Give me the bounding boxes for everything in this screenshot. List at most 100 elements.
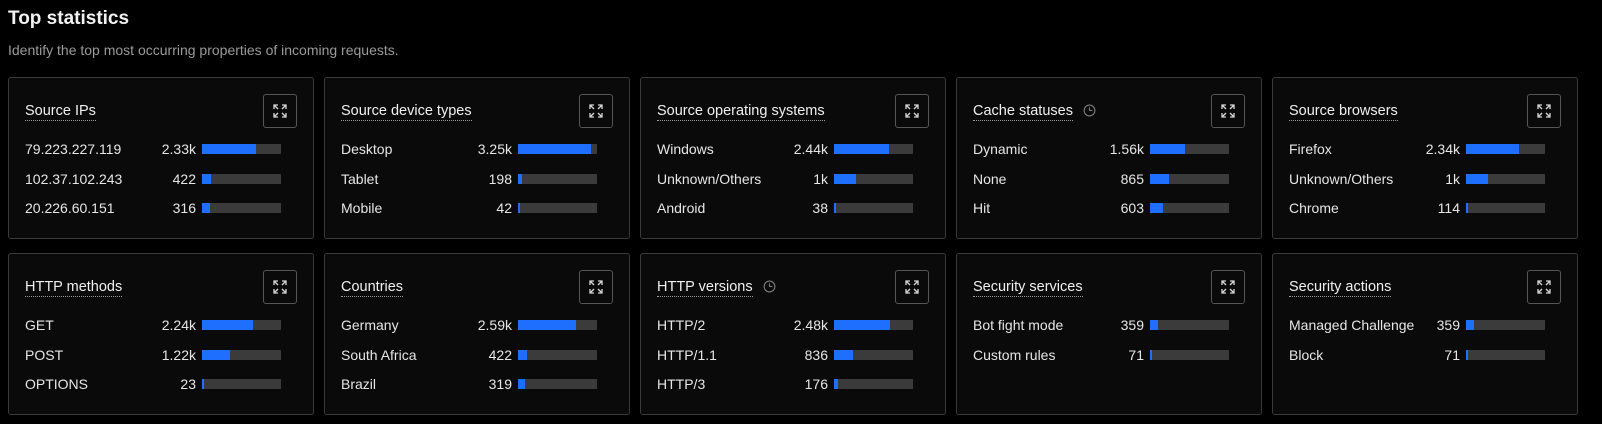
expand-button[interactable] bbox=[263, 270, 297, 304]
bar-track bbox=[1150, 173, 1229, 184]
card-title[interactable]: HTTP methods bbox=[25, 279, 123, 297]
stat-row[interactable]: Custom rules 71 bbox=[973, 345, 1245, 365]
stats-grid: Source IPs 79.223.227.119 2.33k 102.37.102.… bbox=[8, 77, 1602, 424]
stat-label: 20.226.60.151 bbox=[25, 200, 115, 216]
stat-row[interactable]: HTTP/1.1 836 bbox=[657, 345, 929, 365]
stat-label: Firefox bbox=[1289, 141, 1332, 157]
bar-track bbox=[834, 144, 913, 154]
stat-row[interactable]: Tablet 198 bbox=[341, 169, 613, 189]
stat-label: Custom rules bbox=[973, 346, 1056, 363]
expand-icon bbox=[1537, 280, 1551, 294]
stat-row[interactable]: HTTP/3 176 bbox=[657, 374, 929, 394]
page-subtitle: Identify the top most occurring properti… bbox=[8, 42, 399, 58]
stat-value: 2.24k bbox=[161, 317, 196, 333]
stat-label: Dynamic bbox=[973, 141, 1028, 157]
stat-card: Source operating systems Windows 2.44k Unkn… bbox=[640, 77, 946, 239]
stat-value: 2.44k bbox=[793, 141, 828, 157]
stat-row[interactable]: Dynamic 1.56k bbox=[973, 139, 1245, 159]
stat-row[interactable]: Desktop 3.25k bbox=[341, 139, 613, 159]
stat-label: 102.37.102.243 bbox=[25, 170, 123, 187]
stat-row[interactable]: 79.223.227.119 2.33k bbox=[25, 139, 297, 159]
stat-card: Security services Bot fight mode 359 Custom… bbox=[956, 253, 1262, 415]
stat-row[interactable]: OPTIONS 23 bbox=[25, 374, 297, 394]
stat-row[interactable]: Unknown/Others 1k bbox=[1289, 169, 1561, 189]
stat-row[interactable]: HTTP/2 2.48k bbox=[657, 315, 929, 335]
stat-value: 1.56k bbox=[1109, 141, 1144, 157]
expand-button[interactable] bbox=[1211, 94, 1245, 128]
stat-card: HTTP methods GET 2.24k POST 1.22k OPTIONS 23 bbox=[8, 253, 314, 415]
bar-track bbox=[202, 320, 281, 330]
stat-row[interactable]: Block 71 bbox=[1289, 345, 1561, 365]
stat-label: Chrome bbox=[1289, 200, 1339, 216]
expand-button[interactable] bbox=[579, 94, 613, 128]
stat-label: Germany bbox=[341, 317, 399, 333]
expand-button[interactable] bbox=[263, 94, 297, 128]
card-title[interactable]: Security services bbox=[973, 279, 1083, 297]
stat-row[interactable]: Mobile 42 bbox=[341, 198, 613, 218]
stat-row[interactable]: None 865 bbox=[973, 169, 1245, 189]
stat-label: HTTP/1.1 bbox=[657, 346, 717, 363]
expand-button[interactable] bbox=[1527, 270, 1561, 304]
card-title[interactable]: Source device types bbox=[341, 103, 472, 121]
stat-row[interactable]: Unknown/Others 1k bbox=[657, 169, 929, 189]
bar-fill bbox=[518, 173, 522, 184]
bar-fill bbox=[1150, 203, 1163, 213]
stat-label: Hit bbox=[973, 200, 991, 216]
bar-fill bbox=[834, 349, 853, 360]
card-title[interactable]: Security actions bbox=[1289, 279, 1392, 297]
stat-row[interactable]: POST 1.22k bbox=[25, 345, 297, 365]
stat-value: 422 bbox=[488, 346, 512, 363]
stat-card: Source browsers Firefox 2.34k Unknown/Other… bbox=[1272, 77, 1578, 239]
expand-button[interactable] bbox=[895, 94, 929, 128]
stat-row[interactable]: Managed Challenge 359 bbox=[1289, 315, 1561, 335]
bar-fill bbox=[1150, 320, 1158, 330]
stat-row[interactable]: Bot fight mode 359 bbox=[973, 315, 1245, 335]
stat-value: 2.33k bbox=[161, 141, 196, 157]
stat-row[interactable]: 102.37.102.243 422 bbox=[25, 169, 297, 189]
expand-button[interactable] bbox=[1211, 270, 1245, 304]
expand-icon bbox=[905, 280, 919, 294]
bar-fill bbox=[1466, 173, 1488, 184]
stat-row[interactable]: Windows 2.44k bbox=[657, 139, 929, 159]
bar-fill bbox=[202, 144, 256, 154]
stat-label: None bbox=[973, 170, 1007, 187]
stat-row[interactable]: Brazil 319 bbox=[341, 374, 613, 394]
stat-row[interactable]: Hit 603 bbox=[973, 198, 1245, 218]
bar-track bbox=[518, 349, 597, 360]
bar-fill bbox=[834, 173, 856, 184]
card-title[interactable]: Source operating systems bbox=[657, 103, 825, 121]
bar-fill bbox=[518, 379, 525, 389]
bar-track bbox=[834, 203, 913, 213]
bar-fill bbox=[834, 203, 836, 213]
stat-row[interactable]: Germany 2.59k bbox=[341, 315, 613, 335]
expand-button[interactable] bbox=[1527, 94, 1561, 128]
stat-row[interactable]: Firefox 2.34k bbox=[1289, 139, 1561, 159]
stat-value: 319 bbox=[488, 376, 512, 392]
card-title[interactable]: Countries bbox=[341, 279, 404, 297]
stat-row[interactable]: 20.226.60.151 316 bbox=[25, 198, 297, 218]
bar-track bbox=[518, 173, 597, 184]
card-title[interactable]: HTTP versions bbox=[657, 279, 753, 297]
stat-label: 79.223.227.119 bbox=[25, 141, 122, 157]
stat-label: Windows bbox=[657, 141, 714, 157]
bar-track bbox=[1150, 144, 1229, 154]
clock-icon bbox=[1083, 104, 1096, 117]
stat-row[interactable]: Chrome 114 bbox=[1289, 198, 1561, 218]
stat-value: 359 bbox=[1120, 317, 1144, 333]
card-title[interactable]: Source browsers bbox=[1289, 103, 1398, 121]
expand-icon bbox=[1221, 104, 1235, 118]
card-title[interactable]: Cache statuses bbox=[973, 103, 1073, 121]
stat-row[interactable]: Android 38 bbox=[657, 198, 929, 218]
expand-button[interactable] bbox=[579, 270, 613, 304]
bar-track bbox=[202, 379, 281, 389]
stat-label: Android bbox=[657, 200, 706, 216]
stat-row[interactable]: GET 2.24k bbox=[25, 315, 297, 335]
expand-button[interactable] bbox=[895, 270, 929, 304]
bar-track bbox=[1466, 320, 1545, 330]
expand-icon bbox=[1537, 104, 1551, 118]
stat-row[interactable]: South Africa 422 bbox=[341, 345, 613, 365]
card-title[interactable]: Source IPs bbox=[25, 103, 96, 121]
stat-value: 2.34k bbox=[1425, 141, 1460, 157]
stat-label: Tablet bbox=[341, 170, 379, 187]
bar-track bbox=[1466, 173, 1545, 184]
